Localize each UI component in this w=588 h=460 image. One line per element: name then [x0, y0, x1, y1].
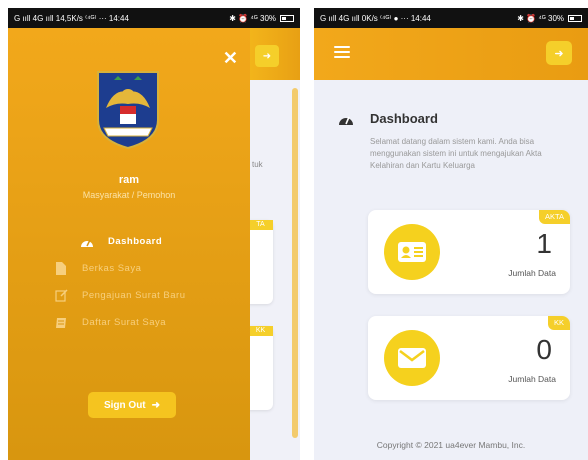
status-left: G ııll 4G ııll 0K/s ⁽⁴ᴳ⁾ ● ··· 14:44 [320, 13, 431, 23]
stat-label: Jumlah Data [508, 268, 556, 278]
background-badge-akta: TA [248, 220, 273, 230]
menu-item-berkas-saya[interactable]: Berkas Saya [54, 255, 185, 282]
drawer-menu: Dashboard Berkas Saya Pengajuan Surat Ba… [54, 228, 185, 336]
background-logout-button: ➜ [255, 45, 279, 67]
status-badge: KK [547, 316, 570, 330]
background-badge-kk: KK [248, 326, 273, 336]
navigation-drawer: ✕ ram Masyarakat / Pemohon Dashboard Ber… [8, 28, 250, 460]
dashboard-icon [80, 235, 94, 249]
stat-label: Jumlah Data [508, 374, 556, 384]
stat-card-kk[interactable]: KK 0 Jumlah Data [368, 316, 570, 400]
phone-screen-dashboard: G ııll 4G ııll 0K/s ⁽⁴ᴳ⁾ ● ··· 14:44 ✱ ⏰… [314, 8, 588, 460]
menu-label-pengajuan-surat-baru: Pengajuan Surat Baru [82, 290, 186, 301]
battery-icon [568, 14, 582, 22]
sign-out-label: Sign Out [103, 399, 146, 411]
envelope-icon [384, 330, 440, 386]
background-text-fragment: tuk [252, 160, 263, 169]
status-badge: AKTA [538, 210, 570, 224]
battery-icon [280, 14, 294, 22]
id-card-icon [384, 224, 440, 280]
sign-out-button[interactable]: Sign Out ➜ [88, 392, 176, 418]
status-left: G ııll 4G ııll 14,5K/s ⁽⁴ᴳ⁾ ··· 14:44 [14, 13, 129, 23]
menu-label-daftar-surat-saya: Daftar Surat Saya [82, 317, 167, 328]
government-emblem-logo [97, 71, 159, 150]
status-right-text: ✱ ⏰ ⁴ᴳ 30% [229, 13, 276, 23]
dashboard-description: Selamat datang dalam sistem kami. Anda b… [370, 137, 542, 170]
footer-copyright: Copyright © 2021 ua4ever Mambu, Inc. [376, 440, 526, 450]
file-icon [54, 262, 68, 276]
stat-card-akta[interactable]: AKTA 1 Jumlah Data [368, 210, 570, 294]
status-bar: G ııll 4G ııll 14,5K/s ⁽⁴ᴳ⁾ ··· 14:44 ✱ … [8, 8, 300, 28]
menu-item-dashboard[interactable]: Dashboard [54, 228, 185, 255]
book-icon [54, 316, 68, 330]
menu-label-dashboard: Dashboard [108, 236, 163, 247]
stat-value: 0 [536, 334, 552, 365]
menu-item-daftar-surat-saya[interactable]: Daftar Surat Saya [54, 309, 185, 336]
edit-icon [54, 289, 68, 303]
menu-label-berkas-saya: Berkas Saya [82, 263, 142, 274]
hamburger-menu-icon[interactable] [334, 46, 350, 58]
dashboard-icon [339, 116, 353, 125]
logout-button[interactable]: ➜ [546, 41, 572, 65]
background-scrollbar [292, 88, 298, 438]
stat-value: 1 [536, 228, 552, 259]
status-right-text: ✱ ⏰ ⁴ᴳ 30% [517, 13, 564, 23]
status-right: ✱ ⏰ ⁴ᴳ 30% [517, 14, 582, 23]
user-role: Masyarakat / Pemohon [82, 190, 176, 200]
sign-out-icon: ➜ [151, 399, 161, 411]
user-name: ram [118, 174, 140, 186]
page-title: Dashboard [370, 111, 438, 126]
phone-screen-drawer-open: G ııll 4G ııll 14,5K/s ⁽⁴ᴳ⁾ ··· 14:44 ✱ … [8, 8, 300, 460]
menu-item-pengajuan-surat-baru[interactable]: Pengajuan Surat Baru [54, 282, 185, 309]
status-right: ✱ ⏰ ⁴ᴳ 30% [229, 14, 294, 23]
background-card-kk: KK [248, 326, 273, 410]
status-bar: G ııll 4G ııll 0K/s ⁽⁴ᴳ⁾ ● ··· 14:44 ✱ ⏰… [314, 8, 588, 28]
background-card-akta: TA [248, 220, 273, 304]
close-icon[interactable]: ✕ [223, 48, 238, 69]
logout-icon: ➜ [554, 47, 564, 60]
